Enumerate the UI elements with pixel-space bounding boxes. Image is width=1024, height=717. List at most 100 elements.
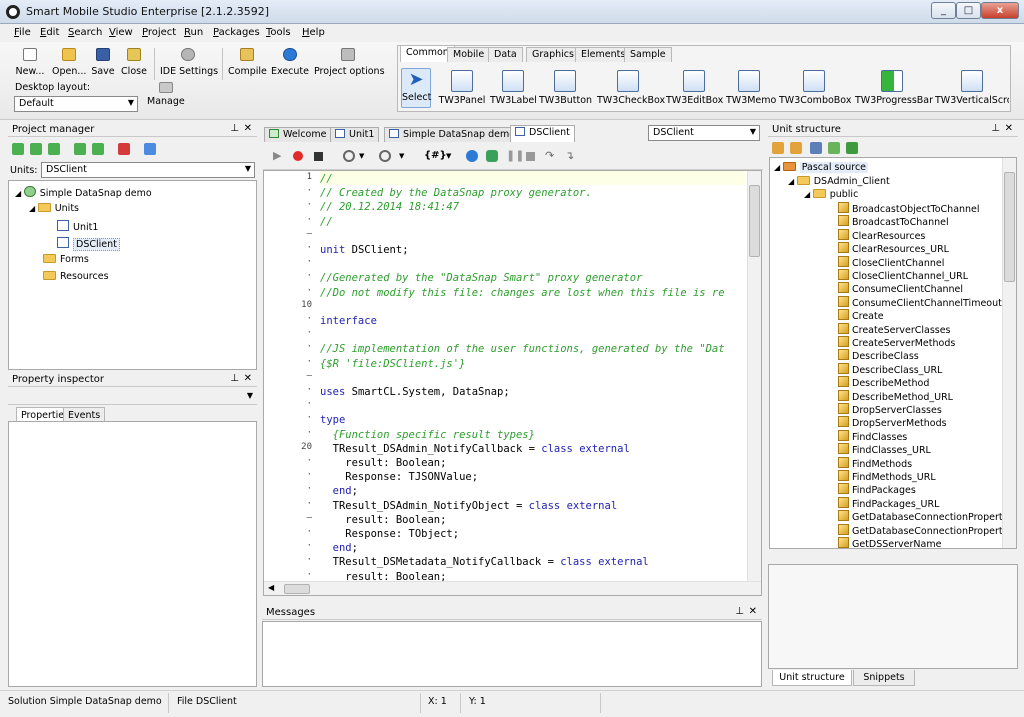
code-line[interactable]: // 20.12.2014 18:41:47 (320, 200, 459, 214)
unit-structure-scrollbar[interactable] (1002, 158, 1016, 548)
tree-method[interactable]: BroadcastObjectToChannel (838, 202, 980, 215)
group-icon[interactable] (790, 142, 802, 154)
add-res-icon[interactable] (92, 143, 104, 155)
tree-dsclient[interactable]: DSClient (57, 237, 120, 251)
tree-method[interactable]: FindMethods (838, 456, 912, 470)
open-button[interactable]: Open... (52, 48, 86, 80)
tab-simple-datasnap-demo[interactable]: Simple DataSnap demo (384, 127, 521, 142)
step-over-icon[interactable]: ↷ (545, 150, 561, 162)
code-line[interactable]: end; (320, 541, 358, 555)
tree-method[interactable]: CloseClientChannel (838, 255, 944, 269)
code-line[interactable]: {$R 'file:DSClient.js'} (320, 357, 465, 371)
palette-tw3memo[interactable]: TW3Memo (726, 70, 776, 110)
tree-method[interactable]: ClearResources (838, 228, 925, 242)
step-into-icon[interactable]: ↴ (565, 150, 581, 162)
menu-edit[interactable]: Edit (40, 27, 59, 38)
brackets-icon[interactable]: {#} (424, 150, 447, 162)
tree-method[interactable]: DescribeMethod (838, 376, 929, 389)
menu-tools[interactable]: Tools (266, 27, 291, 38)
minimize-button[interactable]: _ (931, 2, 956, 19)
editor-horizontal-scrollbar[interactable]: ◀ (264, 581, 761, 595)
palette-tw3checkbox[interactable]: TW3CheckBox (597, 70, 665, 110)
code-line[interactable]: Response: TObject; (320, 527, 459, 541)
play-circle-icon[interactable] (466, 150, 478, 162)
code-line[interactable]: uses SmartCL.System, DataSnap; (320, 385, 510, 399)
units-select[interactable]: DSClient ▼ (41, 162, 255, 178)
pin-icon[interactable]: ⊥ (230, 123, 239, 134)
code-line[interactable]: unit DSClient; (320, 243, 409, 257)
code-line[interactable]: result: Boolean; (320, 456, 446, 470)
palette-tab-sample[interactable]: Sample (624, 47, 672, 62)
menu-help[interactable]: Help (302, 27, 325, 38)
new-button[interactable]: New... (14, 48, 46, 80)
tree-method[interactable]: GetDSServerName (838, 537, 941, 548)
tree-method[interactable]: CreateServerClasses (838, 322, 951, 336)
forward-icon[interactable] (379, 150, 391, 162)
chevron-down-icon[interactable]: ▼ (399, 152, 411, 164)
tab-snippets[interactable]: Snippets (853, 670, 915, 686)
tree-method[interactable]: FindPackages (838, 483, 916, 496)
execute-button[interactable]: Execute (271, 48, 309, 80)
pin-icon[interactable]: ⊥ (735, 606, 744, 617)
refresh-icon[interactable] (144, 143, 156, 155)
palette-tw3verticalscroll[interactable]: TW3VerticalScro (935, 70, 1009, 110)
ide-settings-button[interactable]: IDE Settings (160, 48, 218, 80)
palette-tab-graphics[interactable]: Graphics (526, 47, 580, 62)
menu-search[interactable]: Search (68, 27, 102, 38)
tree-method[interactable]: CloseClientChannel_URL (838, 269, 968, 282)
close-window-button[interactable]: x (981, 2, 1019, 19)
project-options-button[interactable]: Project options (314, 48, 385, 80)
pin-icon[interactable]: ⊥ (991, 123, 1000, 134)
palette-tw3label[interactable]: TW3Label (490, 70, 537, 110)
tab-unit-structure[interactable]: Unit structure (772, 670, 852, 686)
code-line[interactable]: // Created by the DataSnap proxy generat… (320, 186, 592, 200)
palette-tw3progressbar[interactable]: TW3ProgressBar (855, 70, 933, 110)
code-line[interactable]: type (320, 413, 345, 427)
tree-units-folder[interactable]: ◢ Units (29, 203, 79, 214)
chevron-down-icon[interactable]: ▼ (446, 152, 458, 164)
run-icon[interactable]: ▶ (273, 150, 285, 162)
menu-run[interactable]: Run (184, 27, 203, 38)
record-icon[interactable] (293, 151, 303, 161)
pause-icon[interactable]: ❚❚ (506, 150, 524, 162)
collapse-icon[interactable] (828, 142, 840, 154)
tree-method[interactable]: GetDatabaseConnectionProperties (838, 510, 1016, 523)
code-line[interactable]: Response: TJSONValue; (320, 470, 478, 484)
code-editor[interactable]: 1 · · · – · · · · 10 · · · · – · · · · 20 · · · · – · · · · //// Cre… (263, 170, 762, 596)
scroll-thumb[interactable] (749, 185, 760, 257)
stop-debug-icon[interactable] (526, 152, 535, 161)
menu-view[interactable]: View (109, 27, 133, 38)
palette-tab-elements[interactable]: Elements (575, 47, 632, 62)
scroll-left-icon[interactable]: ◀ (268, 583, 274, 592)
code-line[interactable]: TResult_DSAdmin_NotifyObject = class ext… (320, 499, 618, 513)
code-line[interactable]: result: Boolean; (320, 570, 446, 581)
tree-method[interactable]: DescribeClass_URL (838, 362, 942, 376)
scroll-thumb[interactable] (1004, 172, 1015, 282)
add-form-icon[interactable] (30, 143, 42, 155)
palette-tab-data[interactable]: Data (488, 47, 523, 62)
code-line[interactable]: end; (320, 484, 358, 498)
palette-tab-mobile[interactable]: Mobile (447, 47, 491, 62)
maximize-button[interactable]: □ (956, 2, 981, 19)
code-line[interactable]: // (320, 172, 333, 186)
desktop-layout-select[interactable]: Default ▼ (14, 96, 138, 112)
pin-icon[interactable]: ⊥ (230, 373, 239, 384)
chevron-down-icon[interactable]: ▼ (359, 152, 371, 164)
code-line[interactable]: // (320, 215, 333, 229)
tree-method[interactable]: DropServerClasses (838, 403, 942, 416)
tree-project-root[interactable]: ◢ Simple DataSnap demo (15, 186, 152, 199)
code-line[interactable]: result: Boolean; (320, 513, 446, 527)
code-line[interactable]: {Function specific result types} (320, 428, 535, 442)
tree-forms-folder[interactable]: Forms (43, 254, 89, 265)
palette-tw3editbox[interactable]: TW3EditBox (666, 70, 723, 110)
add-js-icon[interactable] (48, 143, 60, 155)
tree-method[interactable]: FindMethods_URL (838, 470, 936, 483)
palette-tw3combobox[interactable]: TW3ComboBox (779, 70, 851, 110)
tree-method[interactable]: ClearResources_URL (838, 242, 949, 255)
tree-method[interactable]: FindClasses (838, 429, 907, 443)
palette-select[interactable]: ➤ Select (401, 68, 431, 108)
tree-method[interactable]: ConsumeClientChannelTimeout (838, 295, 1002, 309)
code-line[interactable]: //Do not modify this file: changes are l… (320, 286, 725, 300)
menu-packages[interactable]: Packages (213, 27, 260, 38)
tree-resources-folder[interactable]: Resources (43, 271, 109, 282)
